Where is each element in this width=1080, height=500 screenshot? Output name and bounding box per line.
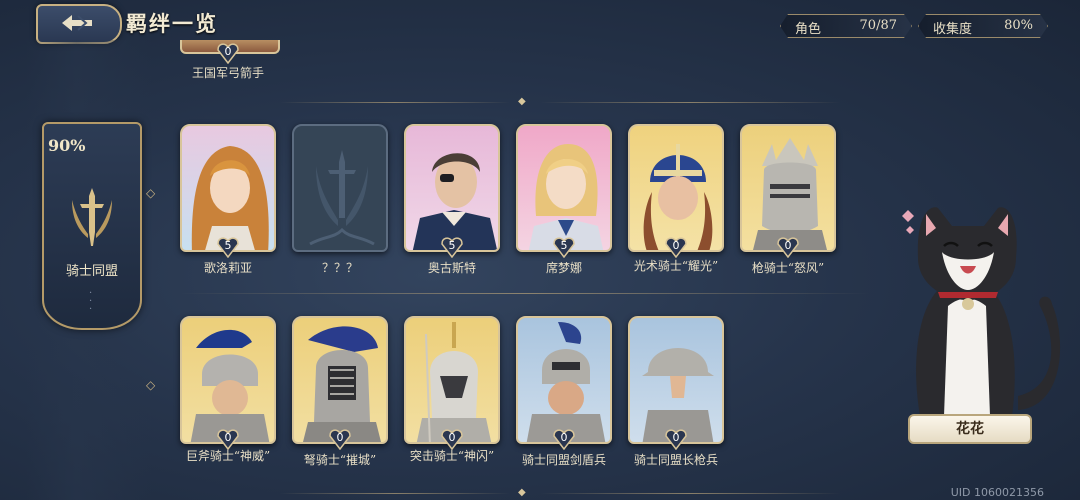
character-card[interactable]: 0 弩骑士“摧城” (292, 316, 388, 467)
faction-tab-knight-alliance[interactable]: 90% 骑士同盟 · · · (42, 122, 142, 330)
character-card[interactable]: 5 歌洛莉亚 (180, 124, 276, 275)
level-value: 0 (336, 431, 344, 444)
character-card[interactable]: 0 枪骑士“怒风” (740, 124, 836, 275)
level-value: 0 (672, 431, 680, 444)
collection-label: 收集度 (933, 22, 973, 37)
character-name: 光术骑士“耀光” (633, 259, 719, 273)
section-divider (180, 293, 870, 294)
sword-emblem-icon (72, 188, 112, 246)
level-badge: 0 (328, 428, 352, 451)
portrait-simona (528, 144, 604, 250)
level-value: 5 (224, 239, 232, 252)
user-id: UID 1060021356 (950, 486, 1044, 499)
level-value: 5 (560, 239, 568, 252)
level-value: 0 (224, 431, 232, 444)
level-badge: 5 (440, 236, 464, 259)
portrait-divine-flash-knight (416, 322, 492, 442)
level-badge: 0 (440, 428, 464, 451)
character-name: 王国军弓箭手 (191, 66, 264, 80)
divider-gem-icon: ◆ (518, 487, 526, 498)
portrait-gloria (191, 146, 269, 250)
character-name: 枪骑士“怒风” (751, 261, 825, 275)
level-badge: 0 (216, 42, 240, 65)
level-value: 0 (672, 239, 680, 252)
level-badge: 0 (664, 236, 688, 259)
character-name: 骑士同盟长枪兵 (633, 453, 718, 467)
card-frame (292, 124, 388, 252)
character-card[interactable]: 0 巨斧骑士“神威” (180, 316, 276, 463)
portrait-wrath-wind-knight (753, 138, 827, 250)
section-divider (280, 493, 510, 494)
portrait-sword-shield-soldier (526, 322, 606, 442)
level-value: 0 (224, 45, 232, 58)
character-card[interactable]: 0 突击骑士“神闪” (404, 316, 500, 463)
faction-percent: 90% (48, 136, 86, 155)
section-divider (540, 102, 840, 103)
portrait-august (412, 153, 498, 250)
level-badge: 0 (664, 428, 688, 451)
character-card[interactable]: 0 光术骑士“耀光” (628, 124, 724, 273)
character-name: 突击骑士“神闪” (409, 449, 495, 463)
level-value: 5 (448, 239, 456, 252)
character-name: 弩骑士“摧城” (303, 453, 377, 467)
section-divider (280, 102, 510, 103)
collection-value: 80% (1004, 18, 1033, 33)
level-badge: 0 (552, 428, 576, 451)
row-marker-icon: ◇ (146, 378, 156, 392)
character-name: 奥古斯特 (427, 261, 476, 275)
character-name: 骑士同盟剑盾兵 (521, 453, 606, 467)
level-badge: 0 (216, 428, 240, 451)
level-value: 0 (448, 431, 456, 444)
character-card[interactable]: 0 骑士同盟长枪兵 (628, 316, 724, 467)
card-frame (180, 316, 276, 444)
character-card-locked[interactable]: ？？？ (292, 124, 388, 275)
card-frame (516, 316, 612, 444)
level-value: 0 (784, 239, 792, 252)
portrait-city-breaker-knight (303, 326, 381, 442)
character-name: 席梦娜 (545, 261, 582, 275)
character-card[interactable]: 5 席梦娜 (516, 124, 612, 275)
level-badge: 5 (216, 236, 240, 259)
card-frame (180, 124, 276, 252)
card-frame (628, 124, 724, 252)
card-frame (404, 124, 500, 252)
decorative-dots: · · · (89, 288, 93, 315)
level-badge: 5 (552, 236, 576, 259)
portrait-radiance-knight (643, 144, 713, 250)
locked-emblem-icon (309, 150, 375, 246)
divider-gem-icon: ◆ (518, 96, 526, 107)
faction-name: 骑士同盟 (65, 264, 118, 279)
character-card[interactable]: 5 奥古斯特 (404, 124, 500, 275)
card-frame (516, 124, 612, 252)
character-name: ？？？ (321, 261, 358, 275)
card-frame (404, 316, 500, 444)
row-marker-icon: ◇ (146, 186, 156, 200)
card-frame (628, 316, 724, 444)
character-card[interactable]: 0 骑士同盟剑盾兵 (516, 316, 612, 467)
portrait-divine-might-knight (190, 329, 270, 442)
portrait-spearman (642, 348, 714, 442)
back-arrow-icon (62, 15, 92, 31)
collection-counter: 收集度 80% (918, 14, 1048, 38)
roles-value: 70/87 (859, 18, 897, 33)
section-divider (540, 493, 840, 494)
card-frame (740, 124, 836, 252)
companion-cat[interactable] (890, 196, 1070, 426)
character-name: 歌洛莉亚 (203, 261, 252, 275)
roles-label: 角色 (795, 22, 822, 37)
roles-counter: 角色 70/87 (780, 14, 912, 38)
character-card-top[interactable]: 0 (180, 40, 280, 65)
level-value: 0 (560, 431, 568, 444)
back-button[interactable] (36, 4, 122, 44)
card-frame (292, 316, 388, 444)
level-badge: 0 (776, 236, 800, 259)
companion-name-plate[interactable]: 花花 (908, 414, 1032, 444)
character-name: 巨斧骑士“神威” (185, 449, 271, 463)
